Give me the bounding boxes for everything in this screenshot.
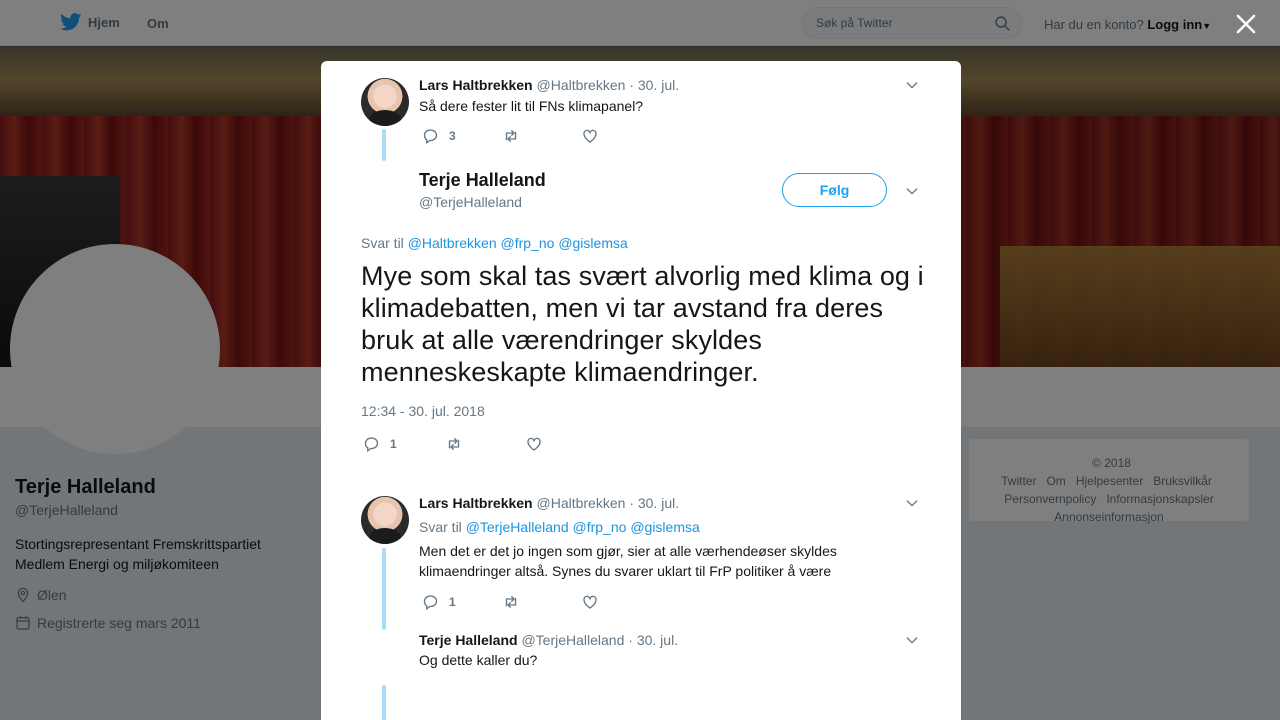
tweet-text: Så dere fester lit til FNs klimapanel? <box>419 98 644 114</box>
heart-icon <box>583 129 597 143</box>
reply-icon <box>423 595 438 611</box>
tweet-header: Terje Halleland @TerjeHalleland · 30. ju… <box>419 632 678 648</box>
retweet-button[interactable] <box>444 435 525 453</box>
main-tweet-text: Mye som skal tas svært alvorlig med klim… <box>361 261 924 387</box>
thread-connector <box>382 685 386 720</box>
reply-prefix: Svar til <box>419 519 462 535</box>
avatar[interactable] <box>361 78 409 126</box>
reply-icon <box>364 437 379 453</box>
thread-connector <box>382 129 386 161</box>
tweet-text-line: Men det er det jo ingen som gjør, sier a… <box>419 543 837 559</box>
mention-link[interactable]: @gislemsa <box>630 519 699 535</box>
main-author-name[interactable]: Terje Halleland <box>419 170 546 191</box>
reply-button[interactable]: 3 <box>421 127 501 145</box>
like-button[interactable] <box>581 593 599 611</box>
avatar[interactable] <box>361 496 409 544</box>
like-button[interactable] <box>581 127 599 145</box>
author-handle[interactable]: @TerjeHalleland <box>521 632 624 648</box>
retweet-icon <box>505 130 517 142</box>
mention-link[interactable]: @gislemsa <box>558 235 627 251</box>
retweet-button[interactable] <box>501 593 581 611</box>
author-name[interactable]: Lars Haltbrekken <box>419 495 533 511</box>
reply-context: Svar til @TerjeHalleland @frp_no @gislem… <box>419 519 700 535</box>
chevron-down-icon[interactable] <box>904 77 920 93</box>
tweet-actions: 3 <box>421 127 599 145</box>
reply-button[interactable]: 1 <box>421 593 501 611</box>
main-tweet-actions: 1 <box>362 435 543 453</box>
reply-icon <box>423 129 438 145</box>
reply-count: 1 <box>449 595 456 609</box>
chevron-down-icon[interactable] <box>904 183 920 199</box>
retweet-icon <box>505 596 517 608</box>
thread-connector <box>382 548 386 630</box>
tweet-header: Lars Haltbrekken @Haltbrekken · 30. jul. <box>419 495 679 511</box>
main-tweet-timestamp[interactable]: 12:34 - 30. jul. 2018 <box>361 403 485 419</box>
heart-icon <box>527 437 541 451</box>
author-handle[interactable]: @Haltbrekken <box>537 77 626 93</box>
author-handle[interactable]: @Haltbrekken <box>537 495 626 511</box>
tweet-date[interactable]: · 30. jul. <box>628 632 678 648</box>
mention-link[interactable]: @TerjeHalleland <box>466 519 569 535</box>
main-author-handle[interactable]: @TerjeHalleland <box>419 194 522 210</box>
chevron-down-icon[interactable] <box>904 632 920 648</box>
tweet-header: Lars Haltbrekken @Haltbrekken · 30. jul. <box>419 77 679 93</box>
mention-link[interactable]: @frp_no <box>501 235 555 251</box>
retweet-button[interactable] <box>501 127 581 145</box>
reply-prefix: Svar til <box>361 235 404 251</box>
mention-link[interactable]: @Haltbrekken <box>408 235 497 251</box>
tweet-detail-modal: Lars Haltbrekken @Haltbrekken · 30. jul.… <box>321 61 961 720</box>
chevron-down-icon[interactable] <box>904 495 920 511</box>
tweet-text: Men det er det jo ingen som gjør, sier a… <box>419 541 889 581</box>
reply-context: Svar til @Haltbrekken @frp_no @gislemsa <box>361 235 628 251</box>
retweet-icon <box>448 438 460 450</box>
mention-link[interactable]: @frp_no <box>573 519 627 535</box>
follow-button[interactable]: Følg <box>782 173 887 207</box>
tweet-date[interactable]: · 30. jul. <box>629 77 679 93</box>
like-button[interactable] <box>525 435 543 453</box>
author-name[interactable]: Terje Halleland <box>419 632 518 648</box>
tweet-date[interactable]: · 30. jul. <box>629 495 679 511</box>
tweet-text-line: klimaendringer altså. Synes du svarer uk… <box>419 563 832 579</box>
reply-count: 1 <box>390 437 397 451</box>
close-icon[interactable] <box>1233 11 1259 37</box>
reply-count: 3 <box>449 129 456 143</box>
author-name[interactable]: Lars Haltbrekken <box>419 77 533 93</box>
tweet-actions: 1 <box>421 593 599 611</box>
heart-icon <box>583 595 597 609</box>
tweet-text: Og dette kaller du? <box>419 652 538 668</box>
reply-button[interactable]: 1 <box>362 435 444 453</box>
